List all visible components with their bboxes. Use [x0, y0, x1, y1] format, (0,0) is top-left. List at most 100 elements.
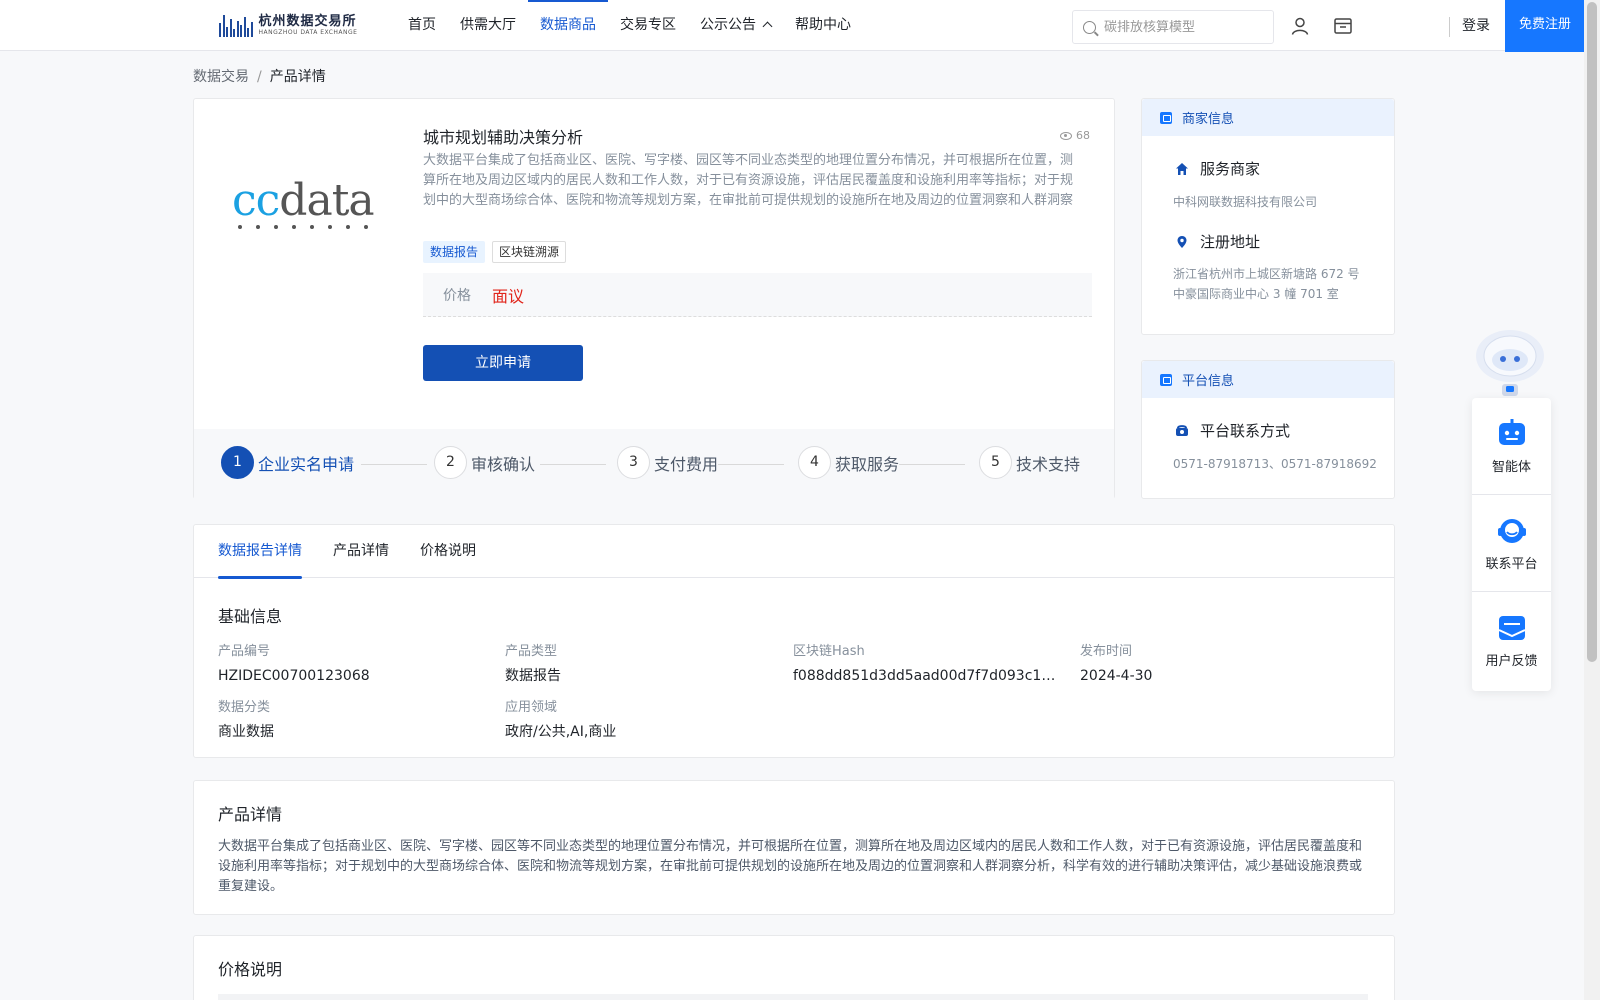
- tab-product-details[interactable]: 产品详情: [333, 525, 389, 578]
- ccdata-logo-cc: cc: [232, 175, 280, 226]
- user-icon[interactable]: [1290, 16, 1310, 36]
- tab-price-description[interactable]: 价格说明: [420, 525, 476, 578]
- ccdata-logo: ccdata: [232, 179, 392, 239]
- contact-platform-button[interactable]: 联系平台: [1472, 495, 1551, 592]
- view-count: 68: [1060, 129, 1090, 142]
- nav-trading-zone[interactable]: 交易专区: [608, 0, 688, 50]
- nav-home[interactable]: 首页: [396, 0, 448, 50]
- basic-info-title: 基础信息: [218, 607, 283, 626]
- scrollbar-thumb[interactable]: [1587, 2, 1597, 662]
- step-label: 审核确认: [471, 454, 536, 474]
- product-detail-text: 大数据平台集成了包括商业区、医院、写字楼、园区等不同业态类型的地理位置分布情况，…: [218, 839, 1363, 894]
- search-icon[interactable]: [1083, 20, 1096, 34]
- field-application-domain: 应用领域 政府/公共,AI,商业: [505, 699, 775, 742]
- platform-badge-icon: [1160, 373, 1172, 386]
- step-label: 技术支持: [1016, 454, 1081, 474]
- step-number: 1: [221, 446, 254, 479]
- nav-announcements[interactable]: 公示公告: [688, 0, 783, 50]
- register-button[interactable]: 免费注册: [1505, 0, 1585, 52]
- feedback-mail-icon: [1498, 616, 1525, 640]
- field-product-type: 产品类型 数据报告: [505, 643, 775, 686]
- step-number: 2: [434, 446, 467, 479]
- breadcrumb-parent[interactable]: 数据交易: [193, 69, 249, 85]
- product-title: 城市规划辅助决策分析: [423, 128, 584, 147]
- platform-info-title: 平台信息: [1182, 374, 1235, 389]
- registered-address-line2: 中豪国际商业中心 3 幢 701 室: [1173, 287, 1339, 301]
- home-icon: [1176, 162, 1188, 175]
- page-scrollbar[interactable]: [1584, 0, 1600, 1000]
- registered-address-row: 注册地址: [1142, 231, 1394, 252]
- tab-report-details[interactable]: 数据报告详情: [218, 525, 302, 579]
- tag-data-report: 数据报告: [423, 241, 486, 263]
- price-table-header: [218, 994, 1368, 1000]
- login-link[interactable]: 登录: [1462, 0, 1490, 52]
- product-tabs-card: 数据报告详情 产品详情 价格说明 基础信息 产品编号 HZIDEC00700123…: [193, 524, 1395, 758]
- step-connector: [361, 464, 427, 465]
- top-header: 杭州数据交易所 HANGZHOU DATA EXCHANGE 首页 供需大厅 数…: [0, 0, 1585, 52]
- platform-contact-label: 平台联系方式: [1200, 422, 1291, 440]
- robot-assistant-icon[interactable]: [1470, 326, 1550, 398]
- field-label: 产品编号: [218, 644, 271, 659]
- breadcrumb: 数据交易 / 产品详情: [193, 66, 326, 86]
- field-product-id: 产品编号 HZIDEC00700123068: [218, 643, 488, 686]
- product-description: 大数据平台集成了包括商业区、医院、写字楼、园区等不同业态类型的地理位置分布情况，…: [423, 153, 1074, 208]
- service-merchant-row: 服务商家: [1142, 158, 1394, 179]
- breadcrumb-current: 产品详情: [269, 69, 326, 85]
- step-connector: [718, 464, 784, 465]
- contact-platform-label: 联系平台: [1485, 556, 1538, 572]
- nav-data-products[interactable]: 数据商品: [528, 0, 608, 50]
- step-2: 2 审核确认: [434, 446, 535, 479]
- nav-help-center[interactable]: 帮助中心: [783, 0, 863, 50]
- step-connector: [540, 464, 606, 465]
- logo-name-en: HANGZHOU DATA EXCHANGE: [258, 28, 358, 36]
- hangzhou-data-exchange-logo[interactable]: 杭州数据交易所 HANGZHOU DATA EXCHANGE: [219, 11, 357, 39]
- step-number: 3: [617, 446, 650, 479]
- step-number: 5: [979, 446, 1012, 479]
- price-box: 价格 面议: [423, 273, 1092, 317]
- view-count-value: 68: [1076, 129, 1090, 142]
- step-connector: [899, 464, 965, 465]
- step-3: 3 支付费用: [617, 446, 718, 479]
- field-label: 应用领域: [505, 700, 558, 715]
- field-value: 2024-4-30: [1080, 668, 1153, 684]
- product-tags: 数据报告 区块链溯源: [423, 241, 567, 263]
- robot-chat-icon: [1498, 418, 1525, 445]
- step-label: 获取服务: [835, 454, 900, 474]
- product-detail-title: 产品详情: [218, 805, 283, 824]
- merchant-info-card: 商家信息 服务商家 中科网联数据科技有限公司 注册地址 浙江省杭州市上城区新塘路…: [1141, 98, 1395, 335]
- apply-now-button[interactable]: 立即申请: [423, 345, 583, 381]
- registered-address-label: 注册地址: [1200, 233, 1261, 251]
- product-card: ccdata 城市规划辅助决策分析 68 大数据平台集成了包括商业区、医院、写字…: [193, 98, 1115, 499]
- product-detail-card: 产品详情 大数据平台集成了包括商业区、医院、写字楼、园区等不同业态类型的地理位置…: [193, 780, 1395, 915]
- price-label: 价格: [443, 287, 471, 304]
- search-box: [1072, 10, 1274, 44]
- field-label: 产品类型: [505, 644, 558, 659]
- ai-agent-button[interactable]: 智能体: [1472, 398, 1551, 495]
- headset-icon: [1497, 518, 1526, 543]
- eye-icon: [1060, 131, 1072, 140]
- merchant-info-title: 商家信息: [1182, 112, 1235, 127]
- price-description-card: 价格说明: [193, 935, 1395, 1000]
- user-feedback-label: 用户反馈: [1485, 654, 1538, 669]
- header-divider: [1449, 17, 1450, 37]
- breadcrumb-separator: /: [257, 69, 262, 85]
- store-badge-icon: [1160, 111, 1172, 124]
- platform-info-header: 平台信息: [1142, 361, 1394, 398]
- logo-bars-icon: [219, 13, 253, 37]
- field-value: f088dd851d3dd5aad00d7f7d093c199e2a...: [793, 668, 1063, 684]
- floating-service-panel: 智能体 联系平台 用户反馈: [1472, 398, 1551, 691]
- location-pin-icon: [1177, 235, 1187, 248]
- search-input[interactable]: [1104, 19, 1264, 35]
- field-blockchain-hash: 区块链Hash f088dd851d3dd5aad00d7f7d093c199e2…: [793, 643, 1063, 686]
- step-1: 1 企业实名申请: [221, 446, 354, 479]
- service-merchant-value: 中科网联数据科技有限公司: [1173, 195, 1318, 209]
- user-feedback-button[interactable]: 用户反馈: [1472, 592, 1551, 689]
- field-publish-date: 发布时间 2024-4-30: [1080, 643, 1350, 686]
- service-merchant-label: 服务商家: [1200, 160, 1261, 178]
- step-label: 企业实名申请: [258, 454, 355, 474]
- platform-contact-row: 平台联系方式: [1142, 420, 1394, 441]
- store-icon[interactable]: [1333, 16, 1353, 36]
- field-label: 发布时间: [1080, 644, 1133, 659]
- nav-supply-demand[interactable]: 供需大厅: [448, 0, 528, 50]
- price-value: 面议: [492, 286, 525, 306]
